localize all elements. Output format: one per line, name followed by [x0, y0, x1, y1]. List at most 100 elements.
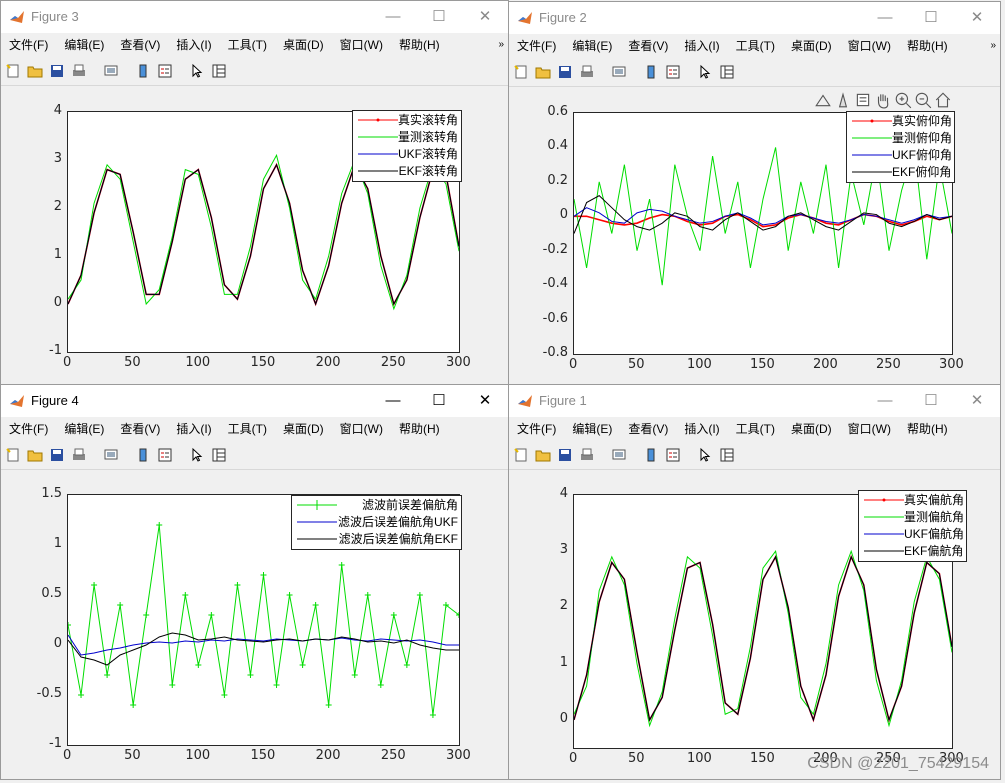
minimize-button[interactable]: —	[370, 1, 416, 33]
legend[interactable]: 真实滚转角 量测滚转角 UKF滚转角 EKF滚转角	[352, 110, 462, 182]
legend[interactable]: 真实偏航角 量测偏航角 UKF偏航角 EKF偏航角	[858, 490, 967, 562]
zoom-in-icon[interactable]	[894, 91, 912, 109]
figure-2-window[interactable]: Figure 2 — ☐ ✕ 文件(F) 编辑(E) 查看(V) 插入(I) 工具(T)…	[508, 1, 1001, 387]
menu-tools[interactable]: 工具(T)	[228, 417, 267, 441]
minimize-button[interactable]: —	[862, 385, 908, 417]
pointer-icon[interactable]	[697, 447, 713, 463]
title-bar[interactable]: Figure 1 — ☐ ✕	[509, 385, 1000, 417]
save-icon[interactable]	[557, 447, 573, 463]
new-figure-icon[interactable]	[513, 64, 529, 80]
open-file-icon[interactable]	[27, 63, 43, 79]
menu-insert[interactable]: 插入(I)	[176, 33, 211, 57]
save-icon[interactable]	[49, 63, 65, 79]
legend[interactable]: 滤波前误差偏航角 滤波后误差偏航角UKF 滤波后误差偏航角EKF	[291, 495, 462, 550]
print-icon[interactable]	[579, 447, 595, 463]
legend[interactable]: 真实俯仰角 量测俯仰角 UKF俯仰角 EKF俯仰角	[846, 111, 955, 183]
close-button[interactable]: ✕	[462, 385, 508, 417]
brush-icon[interactable]	[834, 91, 852, 109]
print-icon[interactable]	[71, 447, 87, 463]
open-file-icon[interactable]	[535, 64, 551, 80]
menu-edit[interactable]: 编辑(E)	[572, 417, 612, 441]
menu-window[interactable]: 窗口(W)	[848, 34, 891, 58]
legend-icon[interactable]	[665, 447, 681, 463]
link-plot-icon[interactable]	[103, 447, 119, 463]
title-bar[interactable]: Figure 3 — ☐ ✕	[1, 1, 508, 33]
menu-help[interactable]: 帮助(H)	[399, 417, 440, 441]
close-button[interactable]: ✕	[954, 2, 1000, 34]
home-icon[interactable]	[934, 91, 952, 109]
legend-icon[interactable]	[157, 447, 173, 463]
data-tips-icon[interactable]	[854, 91, 872, 109]
maximize-button[interactable]: ☐	[908, 385, 954, 417]
menu-overflow-icon[interactable]: »	[498, 33, 504, 57]
menu-file[interactable]: 文件(F)	[9, 417, 48, 441]
menu-tools[interactable]: 工具(T)	[228, 33, 267, 57]
print-icon[interactable]	[579, 64, 595, 80]
maximize-button[interactable]: ☐	[908, 2, 954, 34]
export-icon[interactable]	[814, 91, 832, 109]
menu-edit[interactable]: 编辑(E)	[64, 33, 104, 57]
menu-tools[interactable]: 工具(T)	[736, 417, 775, 441]
zoom-out-icon[interactable]	[914, 91, 932, 109]
menu-file[interactable]: 文件(F)	[517, 34, 556, 58]
menu-help[interactable]: 帮助(H)	[399, 33, 440, 57]
colorbar-icon[interactable]	[135, 63, 151, 79]
maximize-button[interactable]: ☐	[416, 1, 462, 33]
pointer-icon[interactable]	[189, 447, 205, 463]
menu-tools[interactable]: 工具(T)	[736, 34, 775, 58]
property-editor-icon[interactable]	[211, 447, 227, 463]
title-bar[interactable]: Figure 2 — ☐ ✕	[509, 2, 1000, 34]
menu-help[interactable]: 帮助(H)	[907, 34, 948, 58]
maximize-button[interactable]: ☐	[416, 385, 462, 417]
menu-desktop[interactable]: 桌面(D)	[283, 33, 324, 57]
property-editor-icon[interactable]	[211, 63, 227, 79]
print-icon[interactable]	[71, 63, 87, 79]
menu-window[interactable]: 窗口(W)	[340, 417, 383, 441]
minimize-button[interactable]: —	[370, 385, 416, 417]
menu-view[interactable]: 查看(V)	[628, 34, 668, 58]
figure-1-window[interactable]: Figure 1 — ☐ ✕ 文件(F) 编辑(E) 查看(V) 插入(I) 工具(T)…	[508, 384, 1001, 780]
link-plot-icon[interactable]	[611, 64, 627, 80]
property-editor-icon[interactable]	[719, 447, 735, 463]
figure-4-window[interactable]: Figure 4 — ☐ ✕ 文件(F) 编辑(E) 查看(V) 插入(I) 工具(T)…	[0, 384, 509, 780]
menu-view[interactable]: 查看(V)	[628, 417, 668, 441]
menu-edit[interactable]: 编辑(E)	[64, 417, 104, 441]
save-icon[interactable]	[557, 64, 573, 80]
figure-3-window[interactable]: Figure 3 — ☐ ✕ 文件(F) 编辑(E) 查看(V) 插入(I) 工具(T)…	[0, 0, 509, 386]
menu-insert[interactable]: 插入(I)	[684, 417, 719, 441]
colorbar-icon[interactable]	[135, 447, 151, 463]
link-plot-icon[interactable]	[611, 447, 627, 463]
property-editor-icon[interactable]	[719, 64, 735, 80]
menu-window[interactable]: 窗口(W)	[340, 33, 383, 57]
menu-insert[interactable]: 插入(I)	[684, 34, 719, 58]
close-button[interactable]: ✕	[462, 1, 508, 33]
menu-help[interactable]: 帮助(H)	[907, 417, 948, 441]
menu-desktop[interactable]: 桌面(D)	[791, 34, 832, 58]
pointer-icon[interactable]	[189, 63, 205, 79]
legend-icon[interactable]	[665, 64, 681, 80]
minimize-button[interactable]: —	[862, 2, 908, 34]
pan-hand-icon[interactable]	[874, 91, 892, 109]
menu-view[interactable]: 查看(V)	[120, 417, 160, 441]
link-plot-icon[interactable]	[103, 63, 119, 79]
menu-window[interactable]: 窗口(W)	[848, 417, 891, 441]
new-figure-icon[interactable]	[5, 447, 21, 463]
pointer-icon[interactable]	[697, 64, 713, 80]
open-file-icon[interactable]	[27, 447, 43, 463]
menu-overflow-icon[interactable]: »	[990, 34, 996, 58]
close-button[interactable]: ✕	[954, 385, 1000, 417]
title-bar[interactable]: Figure 4 — ☐ ✕	[1, 385, 508, 417]
menu-file[interactable]: 文件(F)	[9, 33, 48, 57]
legend-icon[interactable]	[157, 63, 173, 79]
menu-desktop[interactable]: 桌面(D)	[791, 417, 832, 441]
new-figure-icon[interactable]	[513, 447, 529, 463]
colorbar-icon[interactable]	[643, 447, 659, 463]
save-icon[interactable]	[49, 447, 65, 463]
menu-insert[interactable]: 插入(I)	[176, 417, 211, 441]
colorbar-icon[interactable]	[643, 64, 659, 80]
menu-file[interactable]: 文件(F)	[517, 417, 556, 441]
open-file-icon[interactable]	[535, 447, 551, 463]
menu-edit[interactable]: 编辑(E)	[572, 34, 612, 58]
menu-desktop[interactable]: 桌面(D)	[283, 417, 324, 441]
menu-view[interactable]: 查看(V)	[120, 33, 160, 57]
